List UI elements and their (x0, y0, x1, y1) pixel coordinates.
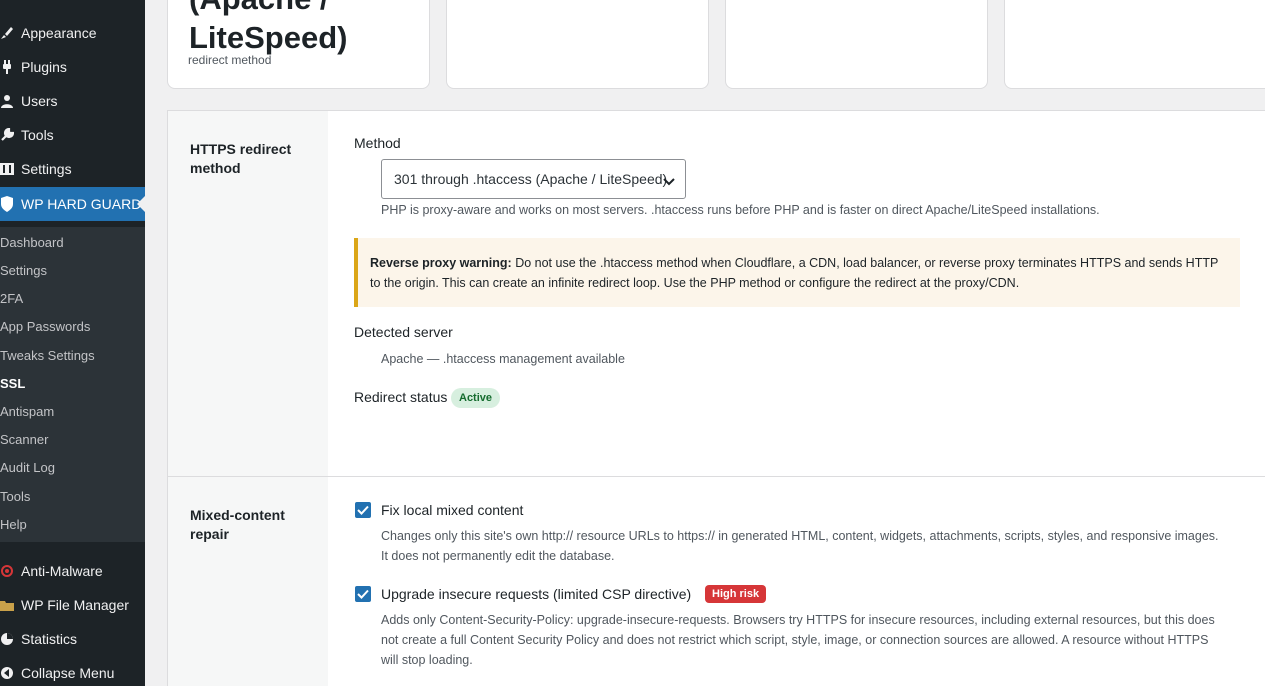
menu-label: WP HARD GUARD (21, 196, 142, 212)
menu-item-plugins[interactable]: Plugins (0, 50, 145, 84)
card-value: (Apache / LiteSpeed) (189, 0, 347, 57)
menu-item-tools[interactable]: Tools (0, 118, 145, 152)
menu-label: WP File Manager (21, 597, 129, 613)
submenu-help[interactable]: Help (0, 517, 27, 532)
menu-item-settings[interactable]: Settings (0, 152, 145, 186)
menu-item-wp-hard-guard[interactable]: WP HARD GUARD (0, 187, 145, 221)
menu-item-wp-file-manager[interactable]: WP File Manager (0, 588, 145, 622)
summary-card (725, 0, 988, 89)
menu-label: Appearance (21, 25, 97, 41)
plug-icon (0, 59, 14, 75)
fix-mixed-content-label[interactable]: Fix local mixed content (381, 502, 523, 518)
fix-mixed-content-checkbox[interactable] (355, 502, 371, 518)
chevron-down-icon (663, 174, 675, 190)
wrench-icon (0, 127, 14, 143)
card-value-line1: (Apache / (189, 0, 347, 18)
fix-mixed-content-help: Changes only this site's own http:// res… (381, 529, 1219, 563)
paintbrush-icon (0, 25, 14, 41)
shield-icon (0, 196, 14, 212)
submenu-dashboard[interactable]: Dashboard (0, 235, 64, 250)
method-select-value: 301 through .htaccess (Apache / LiteSpee… (394, 171, 668, 187)
menu-item-appearance[interactable]: Appearance (0, 16, 145, 50)
virus-icon (0, 563, 14, 579)
menu-label: Tools (21, 127, 54, 143)
wp-hard-guard-submenu: Dashboard Settings 2FA App Passwords Twe… (0, 227, 145, 542)
redirect-status-label: Redirect status (354, 389, 448, 405)
folder-icon (0, 597, 14, 613)
menu-label: Users (21, 93, 58, 109)
method-help-text: PHP is proxy-aware and works on most ser… (381, 203, 1100, 217)
card-value-line2: LiteSpeed) (189, 20, 348, 55)
detected-server-label: Detected server (354, 324, 453, 340)
upgrade-insecure-checkbox[interactable] (355, 586, 371, 602)
submenu-2fa[interactable]: 2FA (0, 291, 23, 306)
mixed-content-title: Mixed-content repair (190, 507, 285, 542)
status-badge: Active (451, 388, 501, 408)
method-label: Method (354, 135, 401, 151)
ssl-settings-panel: HTTPS redirect method Method 301 through… (167, 110, 1265, 686)
menu-label: Anti-Malware (21, 563, 103, 579)
upgrade-insecure-label[interactable]: Upgrade insecure requests (limited CSP d… (381, 586, 691, 602)
warning-title: Reverse proxy warning: (370, 256, 512, 270)
pie-chart-icon (0, 631, 14, 647)
submenu-app-passwords[interactable]: App Passwords (0, 319, 90, 334)
card-caption: redirect method (188, 53, 272, 67)
method-select[interactable]: 301 through .htaccess (Apache / LiteSpee… (381, 159, 686, 199)
submenu-tools[interactable]: Tools (0, 489, 30, 504)
menu-label: Settings (21, 161, 72, 177)
submenu-ssl[interactable]: SSL (0, 376, 25, 391)
reverse-proxy-warning: Reverse proxy warning: Do not use the .h… (354, 238, 1240, 307)
row-divider (168, 476, 1265, 477)
collapse-icon (0, 665, 14, 681)
menu-item-anti-malware[interactable]: Anti-Malware (0, 554, 145, 588)
menu-label: Statistics (21, 631, 78, 647)
summary-card (446, 0, 709, 89)
menu-label: Collapse Menu (21, 665, 115, 681)
submenu-antispam[interactable]: Antispam (0, 404, 54, 419)
high-risk-badge: High risk (705, 585, 767, 603)
detected-server-value: Apache — .htaccess management available (381, 352, 625, 366)
submenu-settings[interactable]: Settings (0, 263, 47, 278)
summary-card-redirect-method: (Apache / LiteSpeed) redirect method (167, 0, 430, 89)
sliders-icon (0, 161, 14, 177)
submenu-audit-log[interactable]: Audit Log (0, 460, 55, 475)
submenu-scanner[interactable]: Scanner (0, 432, 48, 447)
collapse-menu-button[interactable]: Collapse Menu (0, 656, 145, 686)
submenu-tweaks-settings[interactable]: Tweaks Settings (0, 348, 95, 363)
upgrade-insecure-help: Adds only Content-Security-Policy: upgra… (381, 613, 1215, 667)
user-icon (0, 93, 14, 109)
menu-item-statistics[interactable]: Statistics (0, 622, 145, 656)
admin-sidebar: Appearance Plugins Users Tools Settings … (0, 0, 145, 686)
https-redirect-title: HTTPS redirect method (190, 141, 292, 176)
menu-label: Plugins (21, 59, 67, 75)
summary-card (1004, 0, 1265, 89)
menu-item-users[interactable]: Users (0, 84, 145, 118)
